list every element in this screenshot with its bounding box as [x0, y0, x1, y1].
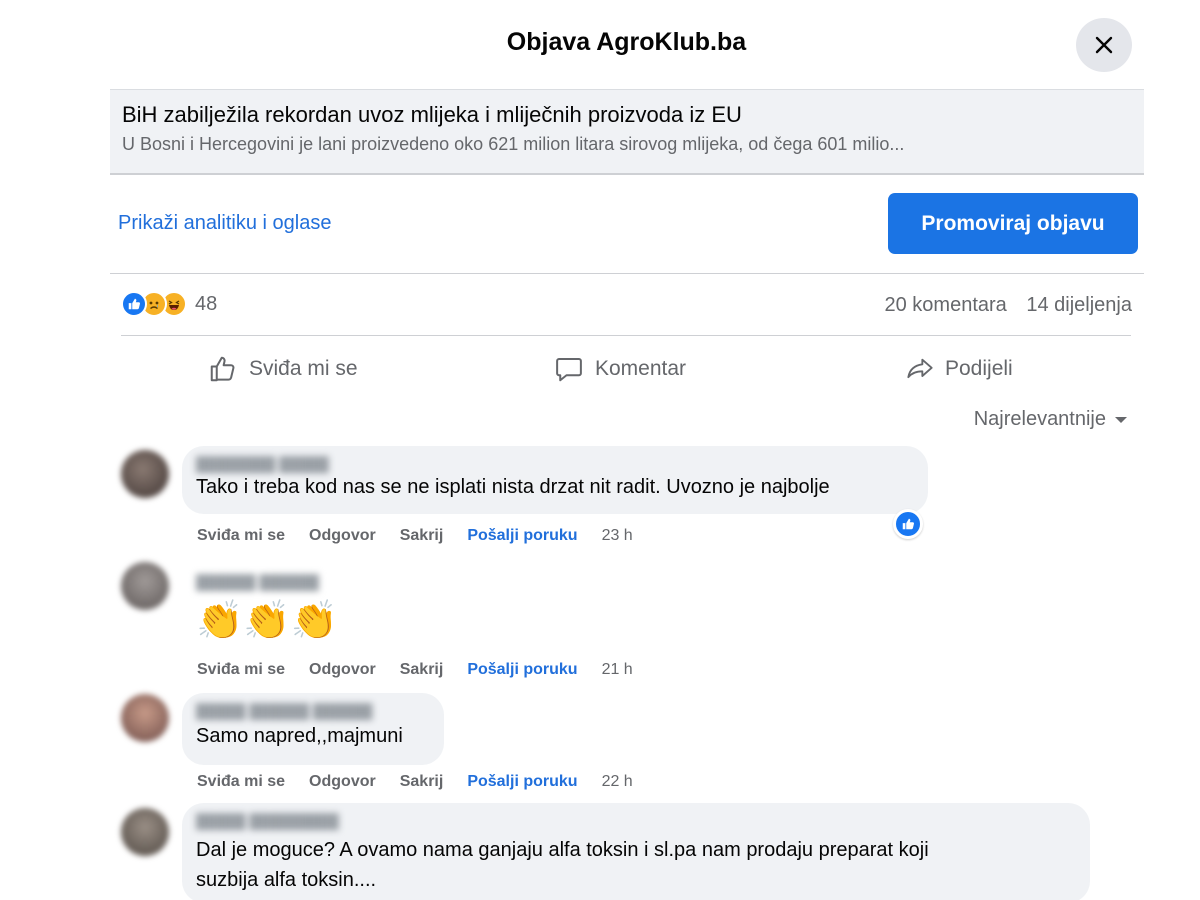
- thumbs-up-icon: [210, 356, 235, 382]
- comment-actions: Sviđa mi se Odgovor Sakrij Pošalji poruk…: [197, 773, 657, 791]
- post-counts: 20 komentara 14 dijeljenja: [871, 294, 1133, 317]
- comment-sort-label: Najrelevantnije: [973, 408, 1106, 430]
- comment-author[interactable]: ████████ █████: [196, 456, 914, 476]
- close-button[interactable]: [1076, 18, 1132, 72]
- comment-timestamp[interactable]: 22 h: [602, 773, 633, 791]
- reaction-summary[interactable]: 48: [121, 291, 217, 317]
- avatar[interactable]: [121, 562, 169, 610]
- divider: [121, 335, 1131, 336]
- like-action-button[interactable]: Sviđa mi se: [208, 348, 358, 390]
- comment-emoji: 👏👏👏: [196, 596, 340, 646]
- share-icon: [907, 358, 933, 379]
- link-preview[interactable]: BiH zabilježila rekordan uvoz mlijeka i …: [110, 89, 1144, 175]
- comment-hide-button[interactable]: Sakrij: [400, 527, 444, 545]
- share-action-label: Podijeli: [945, 357, 1013, 380]
- comment-icon: [556, 358, 582, 382]
- like-icon: [902, 518, 914, 530]
- dialog-title: Objava AgroKlub.ba: [506, 28, 747, 56]
- comment-text-line-2: suzbija alfa toksin....: [196, 869, 377, 891]
- comment-author[interactable]: █████ █████████: [196, 813, 1076, 833]
- comment-like-badge[interactable]: [893, 509, 923, 539]
- comment-text-line-1: Dal je moguce? A ovamo nama ganjaju alfa…: [196, 839, 929, 861]
- comment-sort-dropdown[interactable]: Najrelevantnije: [974, 408, 1128, 431]
- comment-author[interactable]: █████ ██████ ██████: [196, 703, 430, 723]
- comment-like-button[interactable]: Sviđa mi se: [197, 527, 285, 545]
- comment-send-message-button[interactable]: Pošalji poruku: [467, 661, 577, 679]
- close-icon: [1095, 36, 1113, 54]
- comment-actions: Sviđa mi se Odgovor Sakrij Pošalji poruk…: [197, 527, 657, 545]
- comment-author[interactable]: ██████ ██████: [196, 574, 319, 594]
- comment-send-message-button[interactable]: Pošalji poruku: [467, 773, 577, 791]
- dialog-header: Objava AgroKlub.ba: [0, 0, 1200, 88]
- clapping-hands-icon: 👏👏👏: [196, 600, 338, 642]
- divider: [110, 273, 1144, 274]
- caret-down-icon: [1115, 416, 1127, 423]
- shares-count[interactable]: 14 dijeljenja: [1026, 294, 1132, 316]
- comment-send-message-button[interactable]: Pošalji poruku: [467, 527, 577, 545]
- comment-bubble: ████████ █████ Tako i treba kod nas se n…: [182, 446, 928, 514]
- comment-timestamp[interactable]: 21 h: [602, 661, 633, 679]
- comment-hide-button[interactable]: Sakrij: [400, 773, 444, 791]
- avatar[interactable]: [121, 450, 169, 498]
- comment-timestamp[interactable]: 23 h: [602, 527, 633, 545]
- like-icon: [121, 291, 147, 317]
- comment-text: Tako i treba kod nas se ne isplati nista…: [196, 476, 830, 498]
- comment-text: Samo napred,,majmuni: [196, 725, 403, 747]
- comment-reply-button[interactable]: Odgovor: [309, 527, 376, 545]
- comment-actions: Sviđa mi se Odgovor Sakrij Pošalji poruk…: [197, 661, 657, 679]
- reaction-count: 48: [195, 292, 218, 315]
- promote-post-button[interactable]: Promoviraj objavu: [888, 193, 1138, 254]
- avatar[interactable]: [121, 694, 169, 742]
- comment-like-button[interactable]: Sviđa mi se: [197, 773, 285, 791]
- share-action-button[interactable]: Podijeli: [906, 348, 1013, 390]
- link-preview-title: BiH zabilježila rekordan uvoz mlijeka i …: [122, 102, 742, 127]
- analytics-link[interactable]: Prikaži analitiku i oglase: [118, 212, 331, 235]
- comment-reply-button[interactable]: Odgovor: [309, 773, 376, 791]
- comment-reply-button[interactable]: Odgovor: [309, 661, 376, 679]
- comment-like-button[interactable]: Sviđa mi se: [197, 661, 285, 679]
- comment-bubble: █████ ██████ ██████ Samo napred,,majmuni: [182, 693, 444, 765]
- avatar[interactable]: [121, 808, 169, 856]
- comments-count[interactable]: 20 komentara: [885, 294, 1007, 316]
- comment-action-label: Komentar: [595, 357, 687, 380]
- comment-action-button[interactable]: Komentar: [554, 348, 686, 390]
- like-action-label: Sviđa mi se: [249, 357, 358, 380]
- comment-bubble: █████ █████████ Dal je moguce? A ovamo n…: [182, 803, 1090, 900]
- comment-hide-button[interactable]: Sakrij: [400, 661, 444, 679]
- link-preview-description: U Bosni i Hercegovini je lani proizveden…: [122, 134, 905, 154]
